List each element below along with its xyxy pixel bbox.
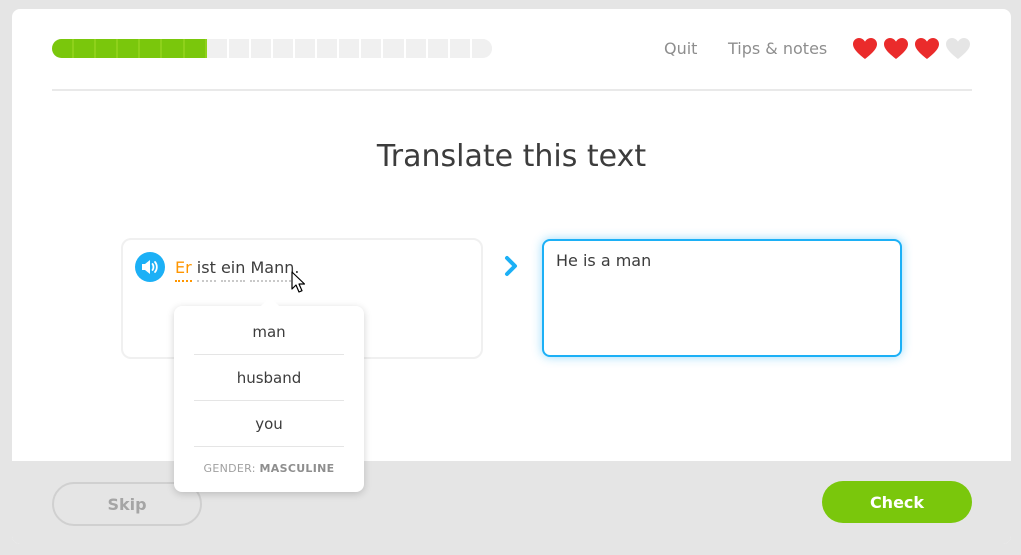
progress-segment bbox=[339, 39, 362, 58]
hint-popup: man husband you GENDER: MASCULINE bbox=[174, 297, 364, 492]
progress-segment bbox=[427, 39, 450, 58]
hint-option[interactable]: you bbox=[194, 401, 344, 447]
progress-segment bbox=[228, 39, 251, 58]
progress-segment bbox=[295, 39, 318, 58]
source-sentence: Er ist ein Mann. bbox=[175, 258, 300, 282]
heart-icon bbox=[914, 37, 940, 61]
tips-notes-link[interactable]: Tips & notes bbox=[728, 39, 827, 59]
progress-segment bbox=[383, 39, 406, 58]
header-divider bbox=[52, 89, 972, 91]
progress-segment bbox=[361, 39, 384, 58]
progress-bar bbox=[52, 39, 492, 58]
progress-segment bbox=[118, 39, 141, 58]
hint-option[interactable]: man bbox=[194, 309, 344, 355]
footer-bar: Skip Check bbox=[12, 461, 1011, 544]
lesson-card: Quit Tips & notes Translate this text Er… bbox=[12, 9, 1011, 544]
progress-segment bbox=[74, 39, 97, 58]
hearts bbox=[852, 37, 971, 61]
answer-input[interactable]: He is a man bbox=[542, 239, 902, 357]
progress-segment bbox=[140, 39, 163, 58]
source-word[interactable]: Er bbox=[175, 258, 192, 282]
check-button[interactable]: Check bbox=[822, 481, 972, 523]
progress-segment bbox=[96, 39, 119, 58]
progress-segment bbox=[206, 39, 229, 58]
chevron-right-icon bbox=[505, 256, 517, 276]
progress-segment bbox=[162, 39, 185, 58]
progress-segment bbox=[184, 39, 207, 58]
gender-note: GENDER: MASCULINE bbox=[174, 462, 364, 475]
heart-icon bbox=[852, 37, 878, 61]
progress-segment bbox=[317, 39, 340, 58]
progress-segment bbox=[52, 39, 75, 58]
page-title: Translate this text bbox=[376, 139, 647, 174]
progress-segment bbox=[449, 39, 472, 58]
progress-segment bbox=[250, 39, 273, 58]
heart-icon bbox=[883, 37, 909, 61]
progress-segment bbox=[471, 39, 492, 58]
source-word[interactable]: ist bbox=[196, 258, 216, 282]
hint-option[interactable]: husband bbox=[194, 355, 344, 401]
mouse-cursor-icon bbox=[291, 271, 305, 293]
progress-segment bbox=[272, 39, 296, 58]
progress-segment bbox=[405, 39, 428, 58]
speaker-button[interactable] bbox=[135, 252, 165, 282]
gender-value: MASCULINE bbox=[259, 462, 335, 475]
source-word[interactable]: ein bbox=[220, 258, 246, 282]
quit-link[interactable]: Quit bbox=[664, 39, 697, 59]
heart-icon bbox=[945, 37, 971, 61]
speaker-icon bbox=[142, 260, 158, 274]
gender-label: GENDER: bbox=[203, 462, 256, 475]
